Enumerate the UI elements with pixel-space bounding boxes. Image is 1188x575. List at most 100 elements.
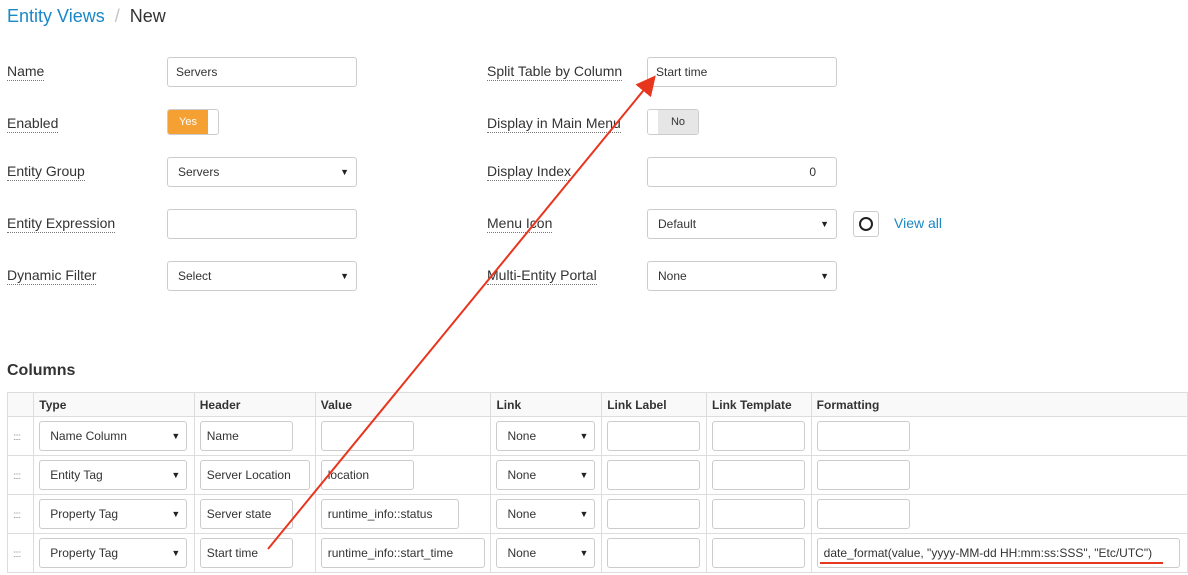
columns-title: Columns <box>7 362 76 379</box>
type-value: Name Column <box>50 429 127 443</box>
link-template-input[interactable] <box>711 499 805 529</box>
header-input[interactable]: Server state <box>199 499 293 529</box>
entity-expression-label: Entity Expression <box>7 215 116 233</box>
chevron-down-icon: ▼ <box>579 548 589 558</box>
enabled-toggle-knob <box>208 110 218 134</box>
formatting-input[interactable]: date_format(value, "yyyy-MM-dd HH:mm:ss:… <box>816 538 1180 568</box>
split-table-label: Split Table by Column <box>487 63 623 81</box>
entity-expression-input[interactable] <box>167 209 357 239</box>
drag-handle-icon[interactable]: :::: <box>6 455 35 495</box>
link-select[interactable]: None ▼ <box>496 460 596 490</box>
col-header-formatting: Formatting <box>810 392 1188 417</box>
display-index-label: Display Index <box>487 163 572 181</box>
chevron-down-icon: ▼ <box>171 548 181 558</box>
link-value: None <box>507 507 537 521</box>
circle-icon <box>859 217 873 231</box>
link-select[interactable]: None ▼ <box>496 538 596 568</box>
multi-entity-portal-value: None <box>658 269 687 283</box>
col-header-value: Value <box>314 392 492 417</box>
type-select[interactable]: Name Column ▼ <box>39 421 188 451</box>
breadcrumb-separator: / <box>114 6 120 26</box>
enabled-toggle[interactable]: Yes <box>167 109 219 135</box>
chevron-down-icon: ▼ <box>579 470 589 480</box>
value-input[interactable] <box>320 421 414 451</box>
enabled-toggle-on: Yes <box>168 110 208 134</box>
formatting-input[interactable] <box>816 499 910 529</box>
link-label-input[interactable] <box>607 499 701 529</box>
col-header-link-label: Link Label <box>601 392 707 417</box>
col-header-header: Header <box>193 392 316 417</box>
dynamic-filter-value: Select <box>178 269 212 283</box>
display-main-menu-toggle-knob <box>648 110 658 134</box>
col-header-link: Link <box>490 392 603 417</box>
chevron-down-icon: ▼ <box>820 271 829 281</box>
multi-entity-portal-label: Multi-Entity Portal <box>487 267 597 285</box>
display-main-menu-toggle-off: No <box>658 110 698 134</box>
chevron-down-icon: ▼ <box>340 271 349 281</box>
table-header-row: Type Header Value Link Link Label Link T… <box>6 392 1188 417</box>
entity-group-value: Servers <box>178 165 220 179</box>
formatting-input[interactable] <box>816 460 910 490</box>
drag-handle-icon[interactable]: :::: <box>6 416 35 456</box>
menu-icon-select[interactable]: Default ▼ <box>647 209 837 239</box>
col-header-link-template: Link Template <box>705 392 812 417</box>
drag-handle-icon[interactable]: :::: <box>6 494 35 534</box>
value-input[interactable]: location <box>320 460 414 490</box>
link-template-input[interactable] <box>711 460 805 490</box>
value-input[interactable]: runtime_info::start_time <box>320 538 485 568</box>
columns-table: Type Header Value Link Link Label Link T… <box>6 392 1188 573</box>
chevron-down-icon: ▼ <box>171 470 181 480</box>
table-row: :::: Entity Tag ▼ Server Location locatio… <box>6 455 1188 495</box>
dynamic-filter-label: Dynamic Filter <box>7 267 97 285</box>
name-label: Name <box>7 63 45 81</box>
link-template-input[interactable] <box>711 421 805 451</box>
display-index-input[interactable]: 0 <box>647 157 837 187</box>
type-select[interactable]: Entity Tag ▼ <box>39 460 188 490</box>
chevron-down-icon: ▼ <box>820 219 829 229</box>
link-label-input[interactable] <box>607 421 701 451</box>
type-select[interactable]: Property Tag ▼ <box>39 538 188 568</box>
header-input[interactable]: Server Location <box>199 460 310 490</box>
display-main-menu-toggle[interactable]: No <box>647 109 699 135</box>
link-value: None <box>507 429 537 443</box>
type-value: Property Tag <box>50 507 119 521</box>
type-value: Entity Tag <box>50 468 103 482</box>
table-row: :::: Name Column ▼ Name None ▼ <box>6 416 1188 456</box>
chevron-down-icon: ▼ <box>579 509 589 519</box>
dynamic-filter-select[interactable]: Select ▼ <box>167 261 357 291</box>
value-input[interactable]: runtime_info::status <box>320 499 459 529</box>
menu-icon-value: Default <box>658 217 697 231</box>
name-input[interactable]: Servers <box>167 57 357 87</box>
chevron-down-icon: ▼ <box>340 167 349 177</box>
display-main-menu-label: Display in Main Menu <box>487 115 621 133</box>
entity-group-select[interactable]: Servers ▼ <box>167 157 357 187</box>
header-input[interactable]: Start time <box>199 538 293 568</box>
link-label-input[interactable] <box>607 538 701 568</box>
view-all-link[interactable]: View all <box>894 215 942 231</box>
col-header-type: Type <box>33 392 195 417</box>
formatting-input[interactable] <box>816 421 910 451</box>
table-row: :::: Property Tag ▼ Server state runtime_… <box>6 494 1188 534</box>
drag-handle-icon[interactable]: :::: <box>6 533 35 573</box>
icon-preview-button[interactable] <box>853 211 879 237</box>
chevron-down-icon: ▼ <box>171 431 181 441</box>
link-label-input[interactable] <box>607 460 701 490</box>
type-select[interactable]: Property Tag ▼ <box>39 499 188 529</box>
link-value: None <box>507 546 537 560</box>
chevron-down-icon: ▼ <box>579 431 589 441</box>
header-input[interactable]: Name <box>199 421 293 451</box>
breadcrumb-entity-views-link[interactable]: Entity Views <box>7 6 105 26</box>
breadcrumb-current: New <box>129 6 166 26</box>
link-template-input[interactable] <box>711 538 805 568</box>
enabled-label: Enabled <box>7 115 59 133</box>
type-value: Property Tag <box>50 546 119 560</box>
chevron-down-icon: ▼ <box>171 509 181 519</box>
multi-entity-portal-select[interactable]: None ▼ <box>647 261 837 291</box>
link-select[interactable]: None ▼ <box>496 499 596 529</box>
drag-header <box>6 392 35 417</box>
link-select[interactable]: None ▼ <box>496 421 596 451</box>
entity-group-label: Entity Group <box>7 163 85 181</box>
breadcrumb: Entity Views / New <box>7 6 166 27</box>
menu-icon-label: Menu Icon <box>487 215 553 233</box>
split-table-input[interactable]: Start time <box>647 57 837 87</box>
